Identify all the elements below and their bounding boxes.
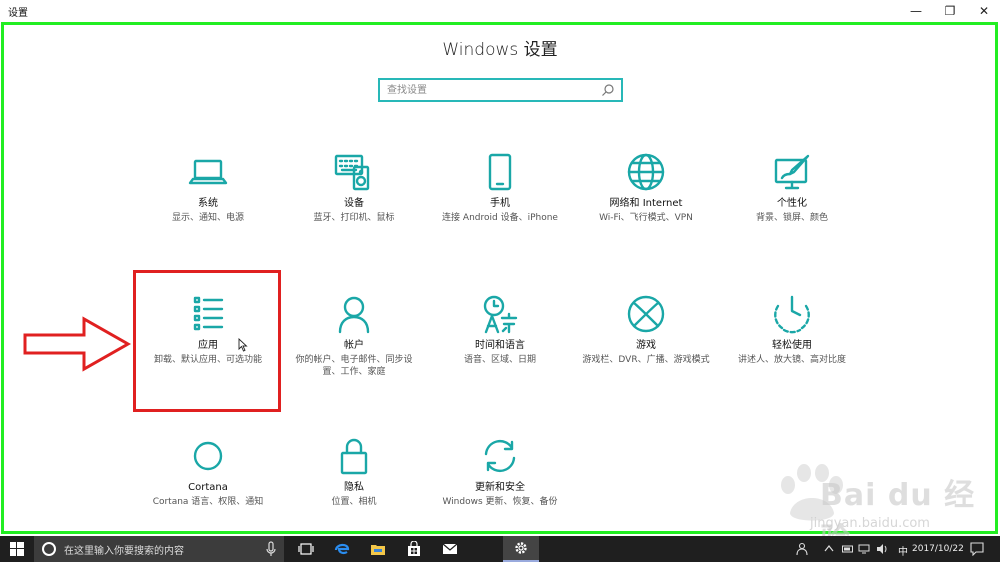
- tile-devices[interactable]: 设备 蓝牙、打印机、鼠标: [284, 152, 424, 224]
- taskbar-date[interactable]: 2017/10/22: [912, 544, 964, 554]
- tile-description: Wi-Fi、飞行模式、VPN: [599, 213, 693, 223]
- xbox-icon: [624, 294, 668, 334]
- tile-description: 背景、锁屏、颜色: [755, 213, 828, 223]
- edge-browser-icon: [334, 543, 350, 555]
- keyboard-speaker-icon: [332, 152, 376, 192]
- tile-label: 设备: [344, 198, 364, 209]
- globe-icon: [624, 152, 668, 192]
- tile-network[interactable]: 网络和 Internet Wi-Fi、飞行模式、VPN: [576, 152, 716, 224]
- tile-label: 时间和语言: [475, 340, 525, 351]
- tile-label: 手机: [490, 198, 510, 209]
- lock-icon: [332, 436, 376, 476]
- tile-description: 讲述人、放大镜、高对比度: [737, 355, 846, 365]
- minimize-button[interactable]: —: [898, 0, 934, 22]
- taskbar-search[interactable]: 在这里输入你要搜索的内容: [34, 536, 284, 562]
- action-center-icon[interactable]: [970, 542, 984, 556]
- taskbar-edge[interactable]: [324, 536, 360, 562]
- tile-label: 个性化: [777, 198, 807, 209]
- tile-phone[interactable]: 手机 连接 Android 设备、iPhone: [430, 152, 570, 224]
- tile-description: Windows 更新、恢复、备份: [442, 497, 558, 507]
- update-icon: [478, 436, 522, 476]
- taskbar-search-placeholder: 在这里输入你要搜索的内容: [64, 546, 184, 557]
- search-box[interactable]: [378, 78, 623, 102]
- input-language[interactable]: 中: [898, 543, 908, 558]
- cortana-icon: [186, 436, 230, 476]
- page-title: Windows 设置: [442, 40, 558, 60]
- taskbar: 在这里输入你要搜索的内容 中 2017/10/22: [0, 536, 1000, 562]
- folder-icon: [371, 545, 385, 555]
- taskbar-mail[interactable]: [432, 536, 468, 562]
- taskbar-settings[interactable]: [503, 536, 539, 562]
- settings-window: 设置 — ❐ ✕ Windows 设置 系统 显示、通知、电源 设备 蓝牙、打印…: [0, 0, 1000, 562]
- tile-description: 蓝牙、打印机、鼠标: [313, 213, 395, 223]
- store-bag-icon: [408, 541, 420, 556]
- maximize-button[interactable]: ❐: [932, 0, 968, 22]
- highlight-box: [133, 270, 281, 412]
- people-icon[interactable]: [796, 542, 810, 556]
- network-icon[interactable]: [858, 544, 870, 554]
- taskbar-store[interactable]: [396, 536, 432, 562]
- tile-description: 游戏栏、DVR、广播、游戏模式: [582, 355, 710, 365]
- cortana-circle-icon: [42, 542, 56, 556]
- tile-label: 轻松使用: [772, 340, 812, 351]
- tile-cortana[interactable]: Cortana Cortana 语言、权限、通知: [138, 436, 278, 508]
- task-view-button[interactable]: [288, 536, 324, 562]
- mail-icon: [442, 543, 458, 554]
- tile-description: 你的帐户、电子邮件、同步设置、工作、家庭: [295, 355, 413, 377]
- tile-description: 连接 Android 设备、iPhone: [442, 213, 558, 223]
- tile-description: Cortana 语言、权限、通知: [152, 497, 264, 507]
- tile-description: 位置、相机: [331, 497, 377, 507]
- person-icon: [332, 294, 376, 334]
- tile-system[interactable]: 系统 显示、通知、电源: [138, 152, 278, 224]
- tile-label: 系统: [198, 198, 218, 209]
- tile-update-security[interactable]: 更新和安全 Windows 更新、恢复、备份: [430, 436, 570, 508]
- close-button[interactable]: ✕: [966, 0, 1000, 22]
- title-bar: 设置 — ❐ ✕: [0, 0, 1000, 22]
- tile-description: 显示、通知、电源: [171, 213, 244, 223]
- tile-accounts[interactable]: 帐户 你的帐户、电子邮件、同步设置、工作、家庭: [284, 294, 424, 378]
- tile-label: 隐私: [344, 482, 364, 493]
- tile-label: 帐户: [344, 340, 364, 351]
- taskbar-file-explorer[interactable]: [360, 536, 396, 562]
- gear-icon: [515, 542, 527, 554]
- phone-icon: [478, 152, 522, 192]
- laptop-icon: [186, 152, 230, 192]
- tile-label: 游戏: [636, 340, 656, 351]
- time-language-icon: [478, 294, 522, 334]
- microphone-icon[interactable]: [266, 541, 276, 557]
- watermark-url: jingyan.baidu.com: [810, 516, 930, 531]
- tile-time-language[interactable]: 时间和语言 语音、区域、日期: [430, 294, 570, 366]
- tile-label: 网络和 Internet: [609, 198, 683, 209]
- search-icon[interactable]: [601, 83, 615, 97]
- tile-ease-of-access[interactable]: 轻松使用 讲述人、放大镜、高对比度: [722, 294, 862, 366]
- tile-gaming[interactable]: 游戏 游戏栏、DVR、广播、游戏模式: [576, 294, 716, 366]
- tile-label: 更新和安全: [475, 482, 525, 493]
- ease-of-access-icon: [770, 294, 814, 334]
- task-view-icon: [298, 543, 314, 555]
- windows-logo-icon: [10, 542, 24, 556]
- arrow-right-icon: [23, 316, 132, 372]
- window-title: 设置: [8, 8, 28, 19]
- paint-icon: [770, 152, 814, 192]
- volume-icon[interactable]: [876, 543, 888, 555]
- search-input[interactable]: [380, 80, 600, 100]
- tile-personalization[interactable]: 个性化 背景、锁屏、颜色: [722, 152, 862, 224]
- battery-icon[interactable]: [842, 544, 854, 554]
- tile-description: 语音、区域、日期: [463, 355, 536, 365]
- start-button[interactable]: [0, 536, 34, 562]
- mouse-cursor-icon: [238, 338, 248, 352]
- tile-privacy[interactable]: 隐私 位置、相机: [284, 436, 424, 508]
- chevron-up-icon[interactable]: [824, 544, 834, 552]
- tile-label: Cortana: [188, 482, 228, 493]
